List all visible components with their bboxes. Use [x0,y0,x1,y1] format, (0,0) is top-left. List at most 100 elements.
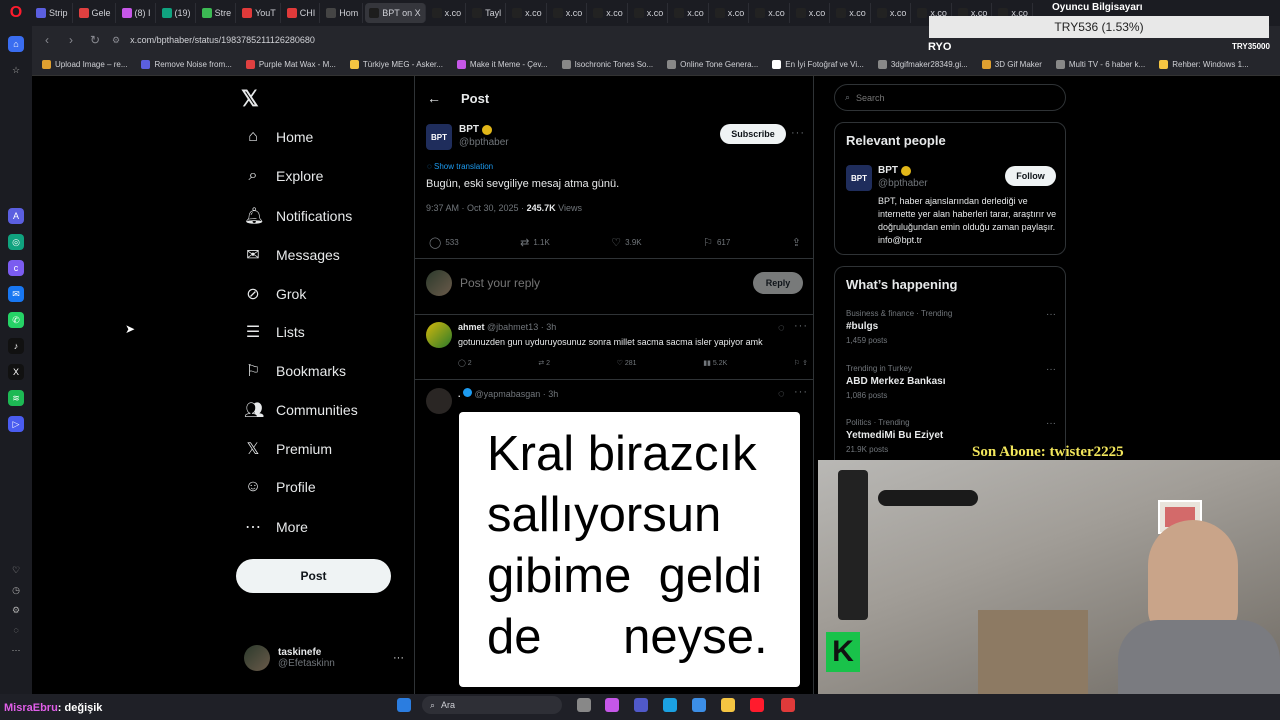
trend-item[interactable]: Trending in Turkey ABD Merkez Bankası 1,08… [846,364,1056,400]
back-arrow-icon[interactable]: ← [427,90,441,106]
trend-more-icon[interactable]: ··· [1046,418,1056,429]
url-field[interactable]: x.com/bpthaber/status/198378521112628068… [130,35,315,45]
grok-icon[interactable]: ◌ [778,322,786,334]
nav-item-premium[interactable]: 𝕏 Premium [244,439,332,459]
bookmark-item[interactable]: Remove Noise from... [141,60,232,69]
post-more-icon[interactable]: ··· [791,127,805,139]
browser-tab[interactable]: Hom [322,3,364,23]
post-author[interactable]: BPT BPT @bpthaber [426,124,509,150]
bookmark-item[interactable]: En İyi Fotoğraf ve Vi... [772,60,864,69]
bookmark-item[interactable]: Isochronic Tones So... [561,60,653,69]
reply-more-icon[interactable]: ··· [794,320,808,332]
aria-icon[interactable]: A [8,208,24,224]
subscribe-button[interactable]: Subscribe [720,124,786,144]
windows-start-icon[interactable] [397,698,411,712]
grok-icon[interactable]: ◌ [778,388,786,400]
browser-tab[interactable]: x.co [589,3,628,23]
tiktok-icon[interactable]: ♪ [8,338,24,354]
reply-like-action[interactable]: ♡ 281 [617,359,637,367]
spotify-icon[interactable]: ≋ [8,390,24,406]
x-logo-icon[interactable]: 𝕏 [241,86,259,112]
heart-sidebar-icon[interactable]: ♡ [8,562,24,578]
reply-author-handle[interactable]: @jbahmet13 · 3h [487,322,556,332]
account-switcher[interactable]: taskinefe @Efetaskinn ··· [244,643,404,673]
browser-tab[interactable]: BPT on X [365,3,426,23]
reply-avatar[interactable] [426,388,452,414]
reply-bookmark-action[interactable]: ⚐ ⇪ [794,359,808,367]
nav-item-communities[interactable]: 👥︎ Communities [244,400,358,420]
author-name[interactable]: BPT [459,124,479,135]
account-more-icon[interactable]: ··· [393,652,404,664]
forward-icon[interactable]: › [64,33,78,47]
reply-more-icon[interactable]: ··· [794,386,808,398]
browser-tab[interactable]: Gele [75,3,116,23]
reply-action[interactable]: ◯ 533 [429,236,459,249]
history-icon[interactable]: ◷ [8,582,24,598]
reply-meme-image[interactable]: Kral birazcık sallıyorsun gibime geldi de n… [459,412,800,687]
browser-tab[interactable]: x.co [508,3,547,23]
author-avatar[interactable]: BPT [426,124,452,150]
person-avatar[interactable]: BPT [846,165,872,191]
bookmark-item[interactable]: Purple Mat Wax - M... [245,60,336,69]
nav-item-lists[interactable]: ☰ Lists [244,322,305,342]
back-icon[interactable]: ‹ [40,33,54,47]
site-info-icon[interactable]: ⚙ [112,35,120,46]
reply-reply-action[interactable]: ◯ 2 [458,359,472,367]
app-taskbar-icon[interactable] [781,698,795,712]
browser-tab[interactable]: YouT [238,3,281,23]
explorer-icon[interactable] [721,698,735,712]
bookmark-item[interactable]: Online Tone Genera... [667,60,758,69]
like-action[interactable]: ♡ 3.9K [611,236,641,249]
bookmark-sidebar-icon[interactable]: ☆ [8,62,24,78]
browser-tab[interactable]: x.co [751,3,790,23]
bookmark-item[interactable]: Türkiye MEG - Asker... [349,60,443,69]
reply-repost-action[interactable]: ⇄ 2 [538,359,550,367]
bookmark-item[interactable]: 3dgifmaker28349.gi... [877,60,968,69]
browser-tab[interactable]: x.co [670,3,709,23]
nav-item-grok[interactable]: ⊘ Grok [244,284,306,304]
search-input[interactable] [856,92,1037,103]
nav-item-home[interactable]: ⌂ Home [244,128,313,146]
bookmark-item[interactable]: Multi TV - 6 haber k... [1055,60,1145,69]
bookmark-item[interactable]: Upload Image – re... [42,60,127,69]
whatsapp-icon[interactable]: ✆ [8,312,24,328]
task-view-icon[interactable] [577,698,591,712]
browser-tab[interactable]: Stre [198,3,237,23]
browser-tab[interactable]: x.co [873,3,912,23]
home-sidebar-icon[interactable]: ⌂ [8,36,24,52]
edge-icon[interactable] [663,698,677,712]
show-translation-link[interactable]: ◌ Show translation [427,162,493,171]
browser-tab[interactable]: x.co [792,3,831,23]
browser-tab[interactable]: (8) I [118,3,156,23]
nav-item-bookmarks[interactable]: ⚐ Bookmarks [244,361,346,381]
opera-logo-icon[interactable]: O [0,0,32,26]
bookmark-item[interactable]: 3D Gif Maker [981,60,1042,69]
person-handle[interactable]: @bpthaber [878,178,928,189]
messenger-icon[interactable]: ✉ [8,286,24,302]
browser-tab[interactable]: Tayl [468,3,507,23]
copilot-icon[interactable] [605,698,619,712]
bulb-icon[interactable]: ◌ [8,622,24,638]
browser-tab[interactable]: x.co [630,3,669,23]
store-icon[interactable] [692,698,706,712]
follow-button[interactable]: Follow [1005,166,1056,186]
reply-button[interactable]: Reply [753,272,803,294]
trend-item[interactable]: Business & finance · Trending #bulgs 1,459… [846,309,1056,345]
author-handle[interactable]: @bpthaber [459,137,509,148]
bookmark-item[interactable]: Rehber: Windows 1... [1159,60,1249,69]
bookmark-item[interactable]: Make it Meme - Çev... [456,60,548,69]
trend-more-icon[interactable]: ··· [1046,309,1056,320]
browser-tab[interactable]: x.co [711,3,750,23]
share-action[interactable]: ⇪ [792,236,801,249]
nav-item-notifications[interactable]: 🔔︎ Notifications [244,206,352,226]
browser-tab[interactable]: x.co [549,3,588,23]
reply-input[interactable] [460,276,740,290]
post-timestamp[interactable]: 9:37 AM · Oct 30, 2025 · [426,203,524,213]
nav-item-more[interactable]: ⋯ More [244,517,308,537]
browser-tab[interactable]: (19) [158,3,196,23]
reply-avatar[interactable] [426,322,452,348]
person-name[interactable]: BPT [878,165,898,176]
nav-item-explore[interactable]: ⌕ Explore [244,167,324,185]
taskbar-search[interactable]: ⌕ Ara [422,696,562,714]
x-sidebar-icon[interactable]: X [8,364,24,380]
